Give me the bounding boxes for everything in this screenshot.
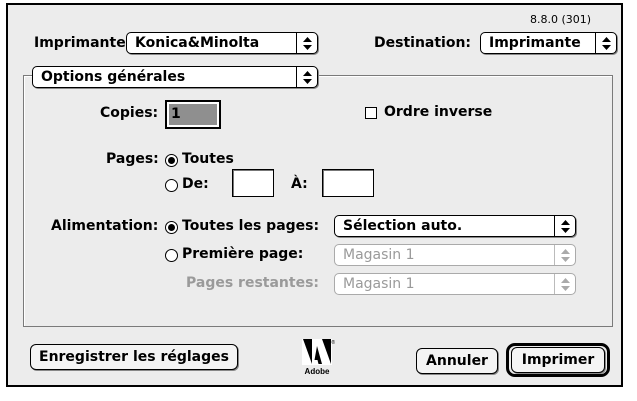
first-page-source-value: Magasin 1 xyxy=(343,247,415,263)
all-pages-source-value: Sélection auto. xyxy=(343,218,463,234)
updown-arrows-icon xyxy=(554,274,575,294)
all-pages-label: Toutes les pages: xyxy=(182,218,320,234)
copies-value: 1 xyxy=(169,104,217,125)
remaining-pages-source-popup[interactable]: Magasin 1 xyxy=(334,273,576,295)
cancel-button[interactable]: Annuler xyxy=(416,348,498,374)
copies-field[interactable]: 1 xyxy=(165,100,221,129)
print-dialog: 8.8.0 (301) Imprimante: Konica&Minolta D… xyxy=(6,3,623,387)
pages-to-input[interactable] xyxy=(322,169,374,197)
first-page-source-popup[interactable]: Magasin 1 xyxy=(334,244,576,266)
printer-popup[interactable]: Konica&Minolta xyxy=(126,32,318,54)
printer-label: Imprimante: xyxy=(34,35,132,51)
updown-arrows-icon xyxy=(595,33,616,53)
pages-to-label: À: xyxy=(291,176,308,192)
all-pages-source-popup[interactable]: Sélection auto. xyxy=(334,215,576,237)
print-button[interactable]: Imprimer xyxy=(511,347,605,373)
updown-arrows-icon xyxy=(296,33,317,53)
pages-from-input[interactable] xyxy=(232,169,274,197)
reverse-order-checkbox[interactable] xyxy=(365,107,377,119)
version-label: 8.8.0 (301) xyxy=(530,13,592,26)
pages-label: Pages: xyxy=(106,151,159,167)
updown-arrows-icon xyxy=(554,245,575,265)
remaining-pages-source-value: Magasin 1 xyxy=(343,276,415,292)
printer-popup-value: Konica&Minolta xyxy=(135,35,260,51)
pages-all-radio[interactable] xyxy=(165,154,178,167)
first-page-label: Première page: xyxy=(182,246,304,262)
destination-label: Destination: xyxy=(374,35,472,51)
panel-popup-value: Options générales xyxy=(41,69,186,85)
pages-range-radio[interactable] xyxy=(165,179,178,192)
updown-arrows-icon xyxy=(554,216,575,236)
svg-text:®: ® xyxy=(331,339,335,346)
all-pages-radio[interactable] xyxy=(165,221,178,234)
paper-source-label: Alimentation: xyxy=(51,218,159,234)
save-settings-button[interactable]: Enregistrer les réglages xyxy=(30,344,238,370)
remaining-pages-label: Pages restantes: xyxy=(186,275,320,291)
panel-popup[interactable]: Options générales xyxy=(32,66,318,88)
updown-arrows-icon xyxy=(296,67,317,87)
reverse-order-label: Ordre inverse xyxy=(384,104,493,120)
first-page-radio[interactable] xyxy=(165,249,178,262)
copies-label: Copies: xyxy=(100,105,159,121)
adobe-logo-text: Adobe xyxy=(305,367,330,376)
pages-all-label: Toutes xyxy=(182,151,234,167)
destination-popup[interactable]: Imprimante xyxy=(480,32,617,54)
destination-popup-value: Imprimante xyxy=(489,35,581,51)
pages-from-label: De: xyxy=(182,176,209,192)
adobe-logo: Adobe ® xyxy=(300,338,340,378)
